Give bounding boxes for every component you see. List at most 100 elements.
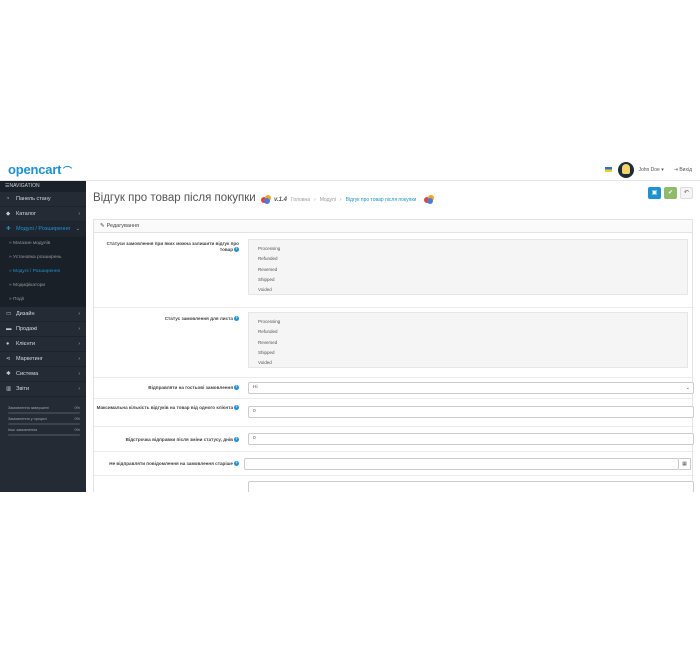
status-option[interactable]: Refunded [258, 327, 687, 337]
help-icon[interactable]: ? [234, 316, 239, 322]
caret-down-icon: ▾ [661, 166, 664, 173]
sidebar-item-design[interactable]: ▭ Дизайн › [0, 307, 86, 322]
chevron-right-icon: › [78, 341, 80, 347]
older-date-input[interactable] [244, 458, 679, 470]
progress-bar [8, 412, 80, 414]
status-option[interactable]: Reversed [258, 338, 687, 348]
save-icon: ▣ [651, 190, 658, 196]
stat-other: Інші замовлення 0% [8, 428, 80, 436]
save-button[interactable]: ✔ [664, 187, 677, 199]
form-row-guest: Відправляти на гостьові замовлення? Ні ⌄ [94, 379, 694, 399]
submenu-item-extensions[interactable]: » Модулі / Розширення [0, 265, 86, 279]
pencil-icon: ✎ [100, 223, 105, 229]
dashboard-icon: ◔ [6, 196, 10, 202]
cart-logo-icon: ⌒ [63, 166, 72, 176]
delay-label: Відстрочка відправки після зміни статусу… [125, 437, 239, 443]
max-reviews-input[interactable]: 0 [248, 406, 694, 418]
help-icon[interactable]: ? [234, 247, 239, 253]
submenu-item-modifications[interactable]: » Модифікатори [0, 279, 86, 293]
sidebar-item-sales[interactable]: ▬ Продажі › [0, 322, 86, 337]
sidebar-item-extensions[interactable]: ✚ Модулі / Розширення ⌄ [0, 222, 86, 237]
status-option[interactable]: Processing [258, 317, 687, 327]
module-logo-icon [261, 195, 271, 204]
progress-bar [8, 434, 80, 436]
help-icon[interactable]: ? [234, 405, 239, 411]
help-icon[interactable]: ? [234, 437, 239, 443]
chevron-right-icon: › [78, 371, 80, 377]
order-stats: Замовлення завершені 0% Замовлення у проц… [8, 406, 80, 436]
sidebar-item-catalog[interactable]: ◆ Каталог › [0, 207, 86, 222]
status-option[interactable]: Shipped [258, 275, 687, 285]
statuses-checklist: Processing Refunded Reversed Shipped Voi… [248, 239, 688, 295]
sidebar-item-system[interactable]: ✱ Система › [0, 367, 86, 382]
status-option[interactable]: Reversed [258, 265, 687, 275]
letter-status-label: Статус замовлення для листа? [164, 316, 239, 322]
opencart-logo[interactable]: opencart ⌒ [8, 162, 72, 177]
sidebar-item-customers[interactable]: ● Клієнти › [0, 337, 86, 352]
chevron-right-icon: › [78, 311, 80, 317]
back-button[interactable]: ↶ [680, 187, 693, 199]
module-logo-icon [424, 195, 435, 204]
status-option[interactable]: Shipped [258, 348, 687, 358]
status-option[interactable]: Voided [258, 358, 687, 368]
language-flag-icon[interactable] [605, 167, 613, 172]
form-row-next [94, 476, 694, 492]
breadcrumb-current[interactable]: Відгук про товар після покупки [346, 197, 417, 203]
chart-icon: ▥ [6, 386, 12, 392]
app-window: opencart ⌒ John Doe ▾ ⇥ Вихід ☰NAVIGATIO… [0, 158, 700, 492]
status-option[interactable]: Processing [258, 244, 687, 254]
next-input[interactable] [248, 481, 694, 492]
stat-processing: Замовлення у процесі 0% [8, 417, 80, 425]
check-icon: ✔ [667, 190, 674, 196]
help-icon[interactable]: ? [234, 461, 239, 467]
header-right: John Doe ▾ ⇥ Вихід [605, 161, 692, 178]
submenu-item-installer[interactable]: » Установка розширень [0, 251, 86, 265]
help-icon[interactable]: ? [234, 385, 239, 391]
guest-select[interactable]: Ні ⌄ [248, 382, 694, 394]
page-title: Відгук про товар після покупки [93, 192, 256, 204]
sidebar-item-reports[interactable]: ▥ Звіти › [0, 382, 86, 397]
avatar[interactable] [618, 161, 635, 178]
version-label: v.1.4 [274, 196, 288, 203]
sidebar: ☰NAVIGATION ◔ Панель стану ◆ Каталог › ✚ Мод… [0, 181, 86, 492]
guest-label: Відправляти на гостьові замовлення? [148, 385, 239, 391]
chevron-down-icon: ⌄ [685, 385, 690, 391]
status-option[interactable]: Voided [258, 285, 687, 295]
edit-panel: ✎ Редагування Статуси замовлення при яких… [93, 219, 694, 492]
submenu-item-events[interactable]: » Події [0, 293, 86, 307]
letter-status-checklist: Processing Refunded Reversed Shipped Voi… [248, 312, 688, 368]
delay-input[interactable]: 0 [248, 433, 694, 445]
status-option[interactable]: Refunded [258, 254, 687, 264]
breadcrumb-modules[interactable]: Модулі [320, 197, 336, 203]
chevron-right-icon: › [78, 356, 80, 362]
tag-icon: ◆ [6, 211, 11, 217]
breadcrumb-home[interactable]: Головна [291, 197, 310, 203]
older-label: Не відправляти повідомлення на замовленн… [109, 461, 239, 467]
progress-bar [8, 423, 80, 425]
max-reviews-label: Максимальна кількість відгуків на товар … [96, 405, 239, 411]
chevron-right-icon: › [78, 326, 80, 332]
calendar-icon[interactable]: ▦ [679, 458, 691, 470]
form-row-statuses: Статуси замовлення при яких можна залиши… [94, 234, 694, 308]
statuses-label: Статуси замовлення при яких можна залиши… [106, 241, 239, 253]
save-stay-button[interactable]: ▣ [648, 187, 661, 199]
reply-icon: ↶ [683, 190, 690, 196]
chevron-right-icon: › [78, 386, 80, 392]
chevron-right-icon: › [78, 211, 80, 217]
share-icon: ⋖ [6, 356, 11, 362]
sidebar-item-dashboard[interactable]: ◔ Панель стану [0, 192, 86, 207]
submenu-item-marketplace[interactable]: » Магазин модулів [0, 237, 86, 251]
chevron-down-icon: ⌄ [75, 226, 80, 232]
puzzle-icon: ✚ [6, 226, 11, 232]
sidebar-item-marketing[interactable]: ⋖ Маркетинг › [0, 352, 86, 367]
form-row-delay: Відстрочка відправки після зміни статусу… [94, 427, 694, 452]
form-row-letter-status: Статус замовлення для листа? Processing … [94, 308, 694, 378]
navigation-title: ☰NAVIGATION [0, 181, 86, 192]
top-header: opencart ⌒ John Doe ▾ ⇥ Вихід [0, 158, 700, 181]
user-icon: ● [6, 341, 10, 347]
page-actions: ▣ ✔ ↶ [645, 187, 693, 199]
form-row-older: Не відправляти повідомлення на замовленн… [94, 452, 694, 476]
user-menu[interactable]: John Doe ▾ [638, 167, 663, 173]
cart-icon: ▬ [6, 326, 12, 332]
logout-link[interactable]: ⇥ Вихід [674, 167, 692, 173]
